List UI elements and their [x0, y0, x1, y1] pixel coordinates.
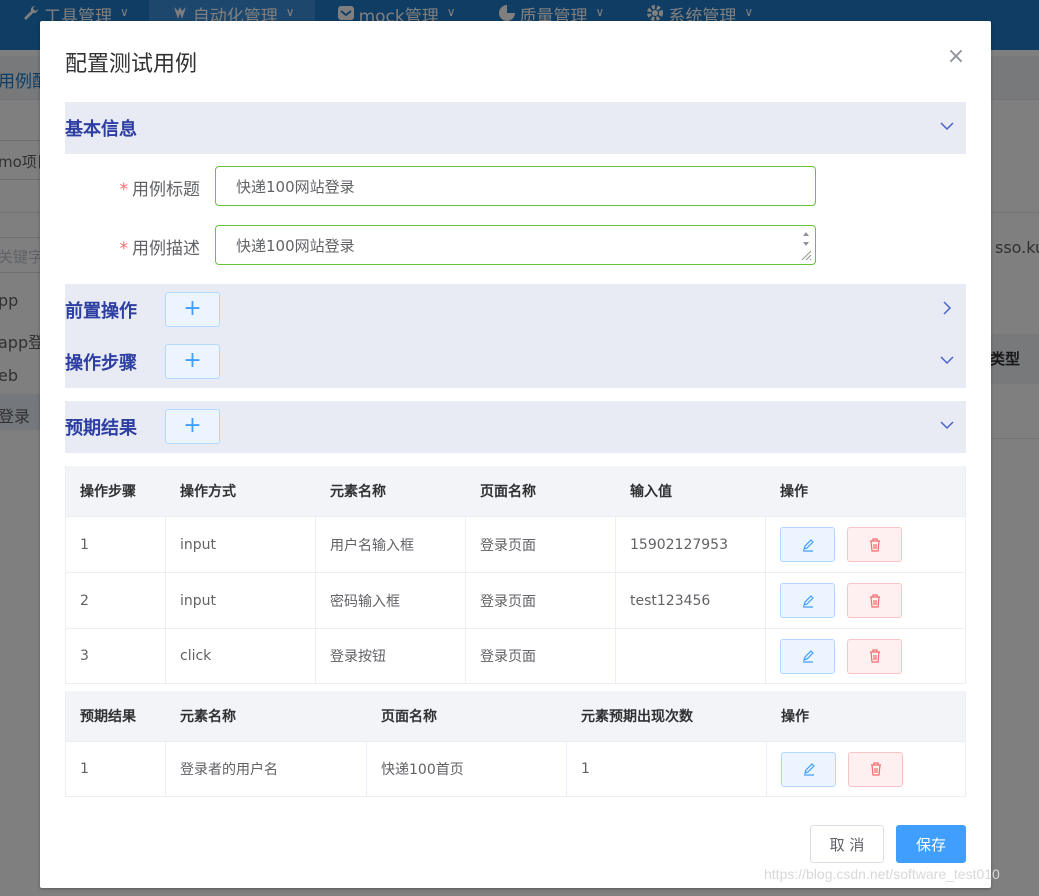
delete-button[interactable]	[847, 638, 902, 674]
edit-icon	[802, 594, 814, 608]
section-pre-operations[interactable]: 前置操作 +	[65, 284, 966, 336]
edit-button[interactable]	[780, 583, 835, 618]
add-expected-result-button[interactable]: +	[165, 409, 220, 444]
delete-button[interactable]	[847, 583, 902, 618]
table-cell: 快递100首页	[367, 742, 567, 796]
delete-button[interactable]	[848, 751, 903, 787]
table-cell: input	[166, 517, 316, 572]
steps-table: 操作步骤 操作方式 元素名称 页面名称 输入值 操作 1 input 用户名输入…	[65, 466, 966, 684]
table-cell: 1	[66, 742, 166, 796]
table-cell: 15902127953	[616, 517, 766, 572]
add-step-button[interactable]: +	[165, 344, 220, 379]
edit-icon	[802, 538, 814, 552]
description-label: * 用例描述	[119, 239, 201, 259]
column-header: 操作方式	[180, 484, 236, 500]
table-cell: 登录页面	[466, 573, 616, 628]
edit-icon	[803, 763, 815, 776]
table-cell: 密码输入框	[316, 573, 466, 628]
column-header: 元素预期出现次数	[581, 709, 693, 725]
edit-button[interactable]	[780, 638, 835, 674]
trash-icon	[869, 537, 880, 552]
save-button[interactable]: 保存	[896, 825, 966, 863]
table-header-row: 预期结果 元素名称 页面名称 元素预期出现次数 操作	[66, 691, 965, 741]
table-cell: test123456	[616, 573, 766, 628]
column-header: 操作	[781, 709, 809, 725]
table-cell: 登录按钮	[316, 629, 466, 683]
table-row: 1 input 用户名输入框 登录页面 15902127953	[66, 516, 965, 572]
table-cell: 登录页面	[466, 517, 616, 572]
table-cell: 登录页面	[466, 629, 616, 683]
case-description-textarea[interactable]: 快递100网站登录	[215, 225, 816, 265]
chevron-down-icon	[940, 122, 954, 131]
edit-icon	[802, 650, 814, 663]
column-header: 页面名称	[381, 709, 437, 725]
table-cell: 用户名输入框	[316, 517, 466, 572]
table-cell: 3	[66, 629, 166, 683]
column-header: 元素名称	[330, 484, 386, 500]
section-title: 操作步骤	[65, 353, 137, 374]
configure-test-case-dialog: 配置测试用例 × 基本信息 * 用例标题 快递100网站登录 * 用例描述 快递10…	[40, 21, 991, 888]
trash-icon	[869, 649, 880, 663]
section-title: 基本信息	[65, 119, 137, 140]
expected-results-table: 预期结果 元素名称 页面名称 元素预期出现次数 操作 1 登录者的用户名 快递1…	[65, 691, 966, 797]
table-row: 1 登录者的用户名 快递100首页 1	[66, 741, 965, 797]
edit-button[interactable]	[781, 751, 836, 787]
chevron-down-icon	[940, 421, 954, 430]
row-actions	[766, 573, 965, 628]
add-pre-operation-button[interactable]: +	[165, 292, 220, 327]
row-actions	[767, 742, 965, 796]
trash-icon	[870, 762, 881, 776]
column-header: 元素名称	[180, 709, 236, 725]
row-actions	[766, 629, 965, 683]
dialog-title: 配置测试用例	[65, 52, 198, 77]
section-operation-steps[interactable]: 操作步骤 +	[65, 336, 966, 388]
table-cell: 1	[66, 517, 166, 572]
delete-button[interactable]	[847, 527, 902, 562]
table-cell: input	[166, 573, 316, 628]
table-row: 2 input 密码输入框 登录页面 test123456	[66, 572, 965, 628]
table-cell: 1	[567, 742, 767, 796]
textarea-resize-handle[interactable]	[800, 228, 812, 262]
column-header: 页面名称	[480, 484, 536, 500]
chevron-right-icon	[943, 301, 952, 315]
cancel-button[interactable]: 取 消	[810, 825, 884, 863]
edit-button[interactable]	[780, 527, 835, 562]
case-title-input[interactable]: 快递100网站登录	[215, 166, 816, 206]
table-cell: 2	[66, 573, 166, 628]
watermark: https://blog.csdn.net/software_test010	[764, 866, 1000, 882]
table-header-row: 操作步骤 操作方式 元素名称 页面名称 输入值 操作	[66, 466, 965, 516]
column-header: 预期结果	[80, 709, 136, 725]
title-label: * 用例标题	[119, 180, 201, 200]
section-title: 前置操作	[65, 301, 137, 322]
trash-icon	[869, 593, 880, 608]
section-title: 预期结果	[65, 418, 137, 439]
row-actions	[766, 517, 965, 572]
table-row: 3 click 登录按钮 登录页面	[66, 628, 965, 684]
section-basic-info[interactable]: 基本信息	[65, 102, 966, 154]
table-cell	[616, 629, 766, 683]
table-cell: 登录者的用户名	[166, 742, 367, 796]
column-header: 操作	[780, 484, 808, 500]
chevron-down-icon	[940, 356, 954, 365]
column-header: 操作步骤	[80, 484, 136, 500]
close-icon[interactable]: ×	[946, 46, 966, 68]
table-cell: click	[166, 629, 316, 683]
section-expected-results[interactable]: 预期结果 +	[65, 401, 966, 453]
column-header: 输入值	[630, 484, 672, 500]
